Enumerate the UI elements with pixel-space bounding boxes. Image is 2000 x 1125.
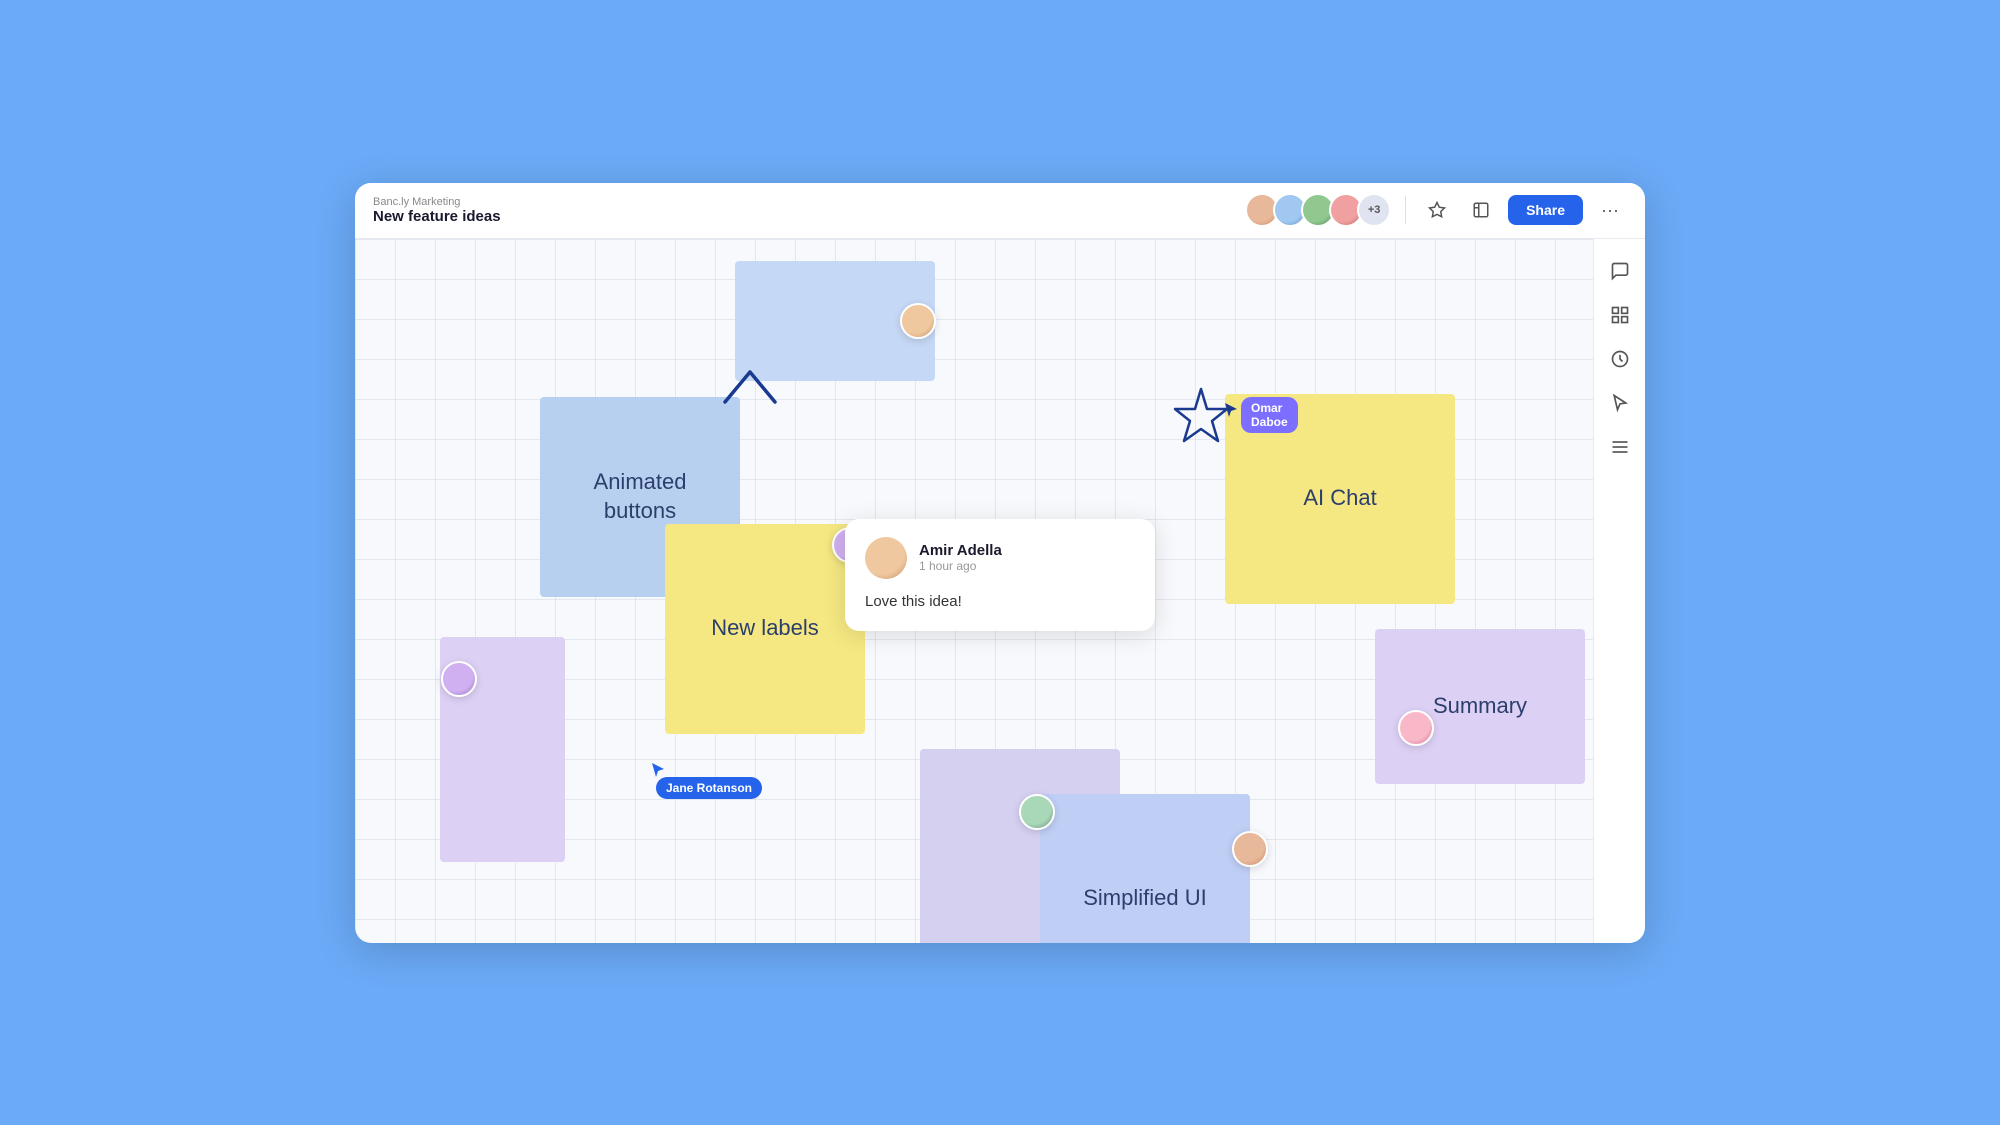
canvas-avatar-top	[900, 303, 936, 339]
cursor-arrow-omar	[1223, 401, 1241, 419]
sidebar-grid-button[interactable]	[1602, 297, 1638, 333]
right-sidebar	[1593, 239, 1645, 943]
comment-time: 1 hour ago	[919, 559, 1002, 573]
note-summary[interactable]: Summary	[1375, 629, 1585, 784]
canvas-avatar-left	[441, 661, 477, 697]
sidebar-settings-button[interactable]	[1602, 429, 1638, 465]
avatar-group: +3	[1245, 193, 1391, 227]
page-title: New feature ideas	[373, 208, 501, 225]
sidebar-chat-button[interactable]	[1602, 253, 1638, 289]
canvas-avatar-simplified	[1232, 831, 1268, 867]
breadcrumb: Banc.ly Marketing	[373, 196, 501, 208]
comment-meta: Amir Adella 1 hour ago	[919, 542, 1002, 573]
omar-cursor-container: Omar Daboe	[1223, 401, 1241, 419]
note-simplified-ui[interactable]: Simplified UI	[1040, 794, 1250, 943]
header-right: +3 Share ···	[1245, 193, 1627, 227]
jane-cursor-container: Jane Rotanson	[650, 761, 668, 779]
canvas[interactable]: Animated buttons New labels AI Chat Summ…	[355, 239, 1645, 943]
app-window: Banc.ly Marketing New feature ideas +3	[355, 183, 1645, 943]
avatar-count: +3	[1357, 193, 1391, 227]
canvas-avatar-bottom	[1019, 794, 1055, 830]
sidebar-clock-button[interactable]	[1602, 341, 1638, 377]
omar-label: Omar Daboe	[1241, 397, 1298, 433]
sidebar-cursor-button[interactable]	[1602, 385, 1638, 421]
comment-author: Amir Adella	[919, 542, 1002, 559]
more-button[interactable]: ···	[1593, 196, 1627, 225]
squiggle-doodle	[715, 357, 805, 417]
share-button[interactable]: Share	[1508, 195, 1583, 225]
jane-label: Jane Rotanson	[656, 777, 762, 799]
commenter-avatar	[865, 537, 907, 579]
star-button[interactable]	[1420, 193, 1454, 227]
header-divider	[1405, 196, 1406, 224]
canvas-avatar-summary	[1398, 710, 1434, 746]
header-left: Banc.ly Marketing New feature ideas	[373, 196, 501, 225]
comment-popup: Amir Adella 1 hour ago Love this idea!	[845, 519, 1155, 632]
header: Banc.ly Marketing New feature ideas +3	[355, 183, 1645, 239]
share-icon-button[interactable]	[1464, 193, 1498, 227]
cursor-arrow-jane	[650, 761, 668, 779]
comment-text: Love this idea!	[865, 591, 1135, 614]
comment-header: Amir Adella 1 hour ago	[865, 537, 1135, 579]
